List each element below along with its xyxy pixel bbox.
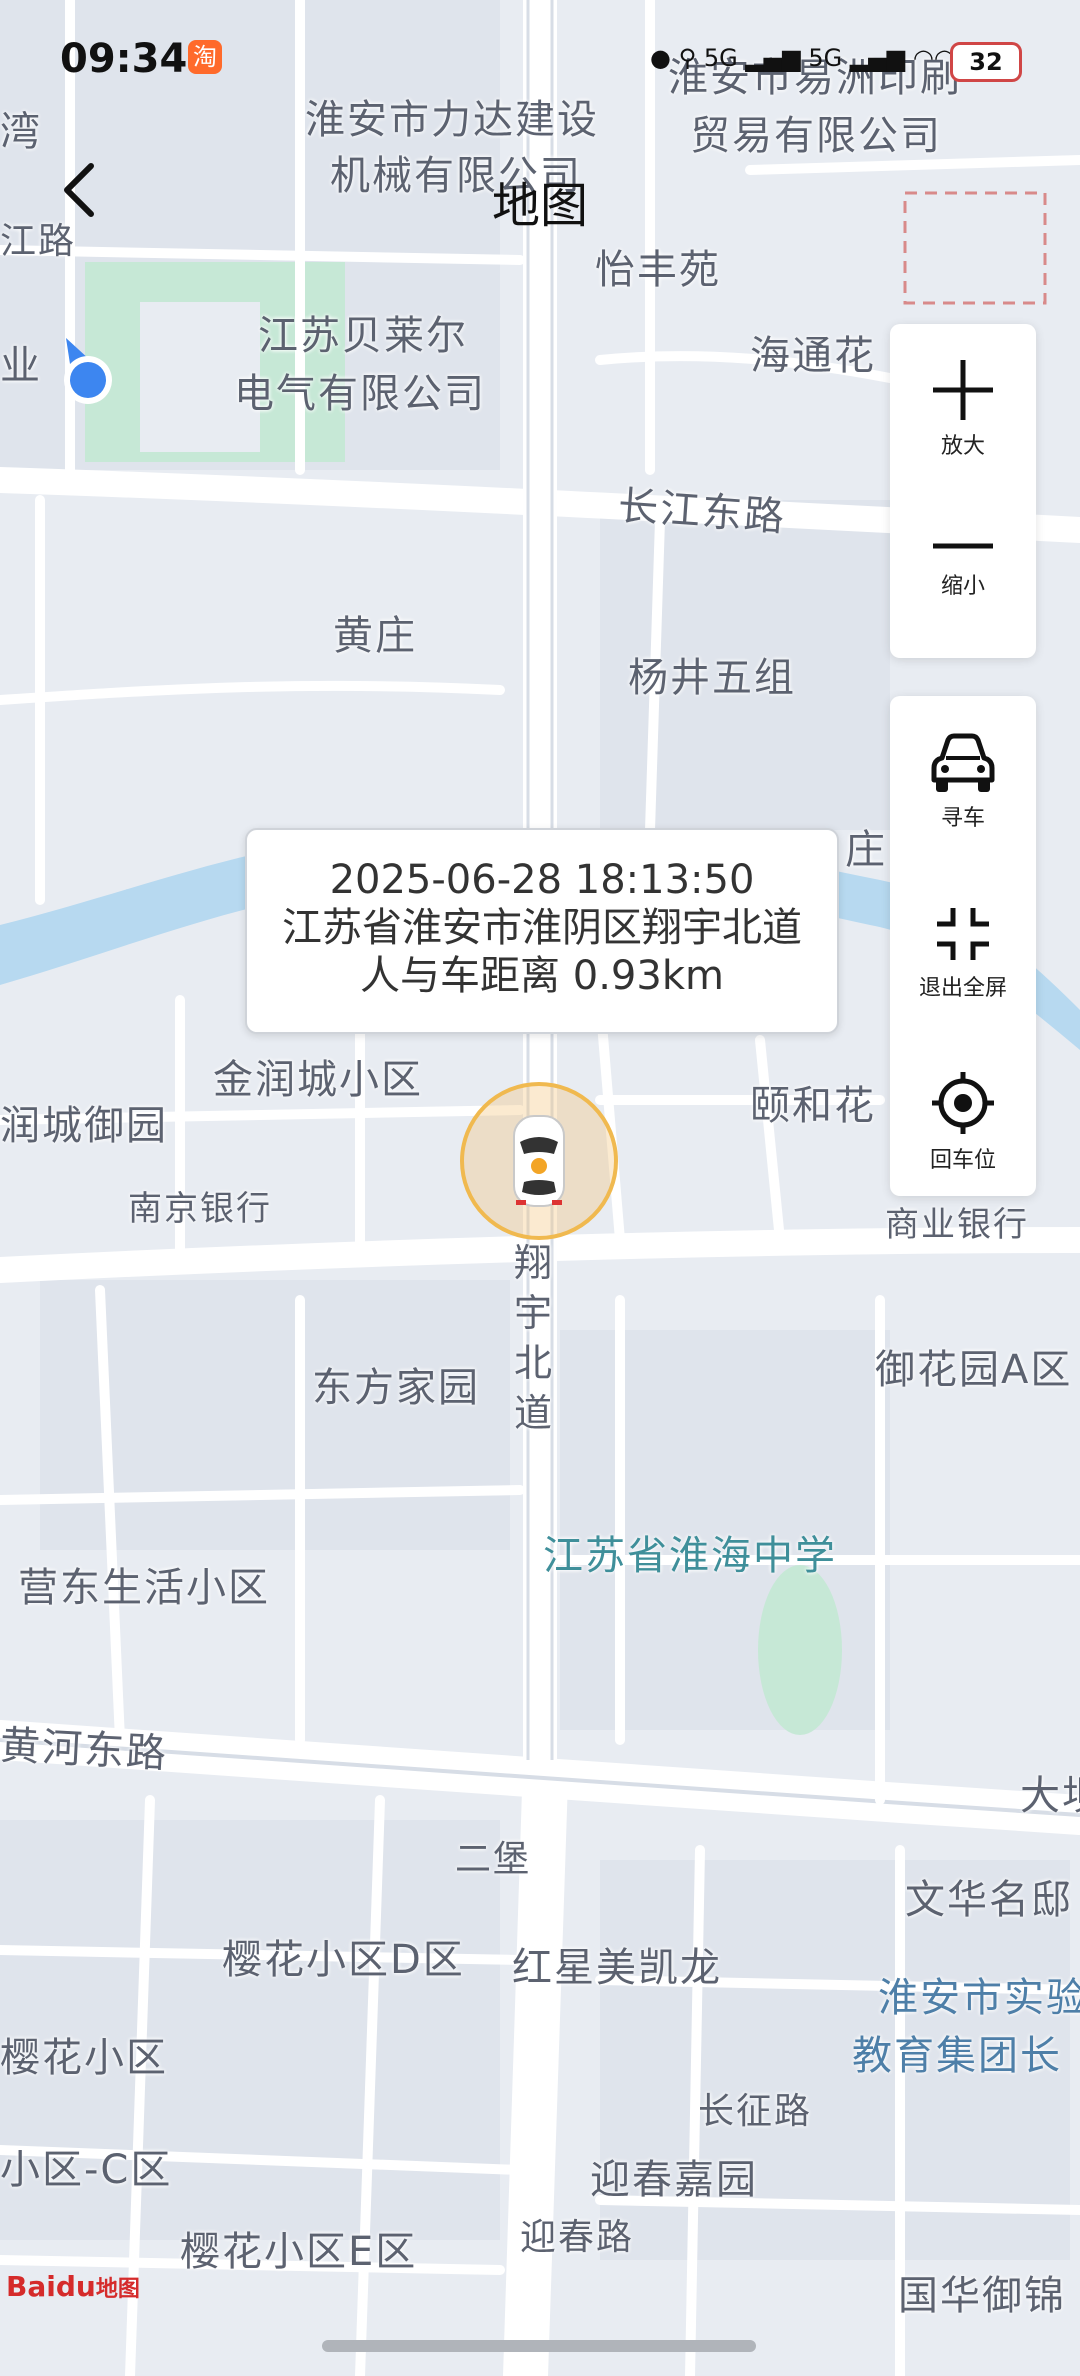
map-label: 电气有限公司 — [234, 371, 486, 417]
find-car-label: 寻车 — [940, 806, 985, 831]
map-label: 庄 — [845, 827, 887, 873]
status-time: 09:34 — [60, 36, 188, 82]
map-label: 教育集团长 — [852, 2033, 1062, 2079]
baidu-logo-text: Baidu — [6, 2270, 96, 2303]
map-label: 樱花小区E区 — [180, 2229, 418, 2275]
status-icons: ● ⚲ 5G ▂▄▆ 5G ▂▄▆ ◠◠ — [650, 44, 955, 72]
road-label: 长征路 — [698, 2091, 813, 2132]
road-label: 北 — [514, 1341, 555, 1385]
map-label: 金润城小区 — [213, 1057, 423, 1103]
map-label: 湾 — [0, 109, 42, 155]
map-label: 迎春嘉园 — [590, 2157, 758, 2203]
location-icon: ⚲ — [678, 44, 697, 72]
map-label: 商业银行 — [885, 1205, 1029, 1245]
map-label: 二堡 — [455, 1839, 532, 1880]
map-label: 江苏省淮海中学 — [543, 1533, 837, 1579]
map-label: 大坝 — [1020, 1773, 1080, 1819]
map-label: 怡丰苑 — [595, 247, 721, 293]
status-bar: 09:34 淘 ● ⚲ 5G ▂▄▆ 5G ▂▄▆ ◠◠ 32 — [0, 0, 1080, 110]
sports-field — [758, 1565, 842, 1735]
zoom-panel: 放大 缩小 — [890, 324, 1036, 658]
signal-icon: ▂▄▆ — [849, 44, 906, 72]
wifi-icon: ◠◠ — [912, 44, 955, 72]
map-label: 樱花小区D区 — [222, 1937, 465, 1983]
map-label: 东方家园 — [312, 1365, 480, 1411]
zoom-out-label: 缩小 — [940, 574, 985, 599]
map-label: 樱花小区 — [0, 2035, 168, 2081]
map-label: 黄庄 — [333, 613, 417, 659]
zoom-in-button[interactable]: 放大 — [890, 358, 1036, 460]
road-label: 道 — [514, 1391, 555, 1435]
map-label: 颐和花 — [750, 1083, 876, 1129]
road-label: 翔 — [514, 1241, 555, 1285]
taobao-icon: 淘 — [188, 40, 222, 74]
map-label: 润城御园 — [0, 1103, 168, 1149]
baidu-logo: Baidu地图 — [6, 2270, 140, 2303]
map-label: 国华御锦 — [898, 2273, 1066, 2319]
road-label: 黄河东路 — [0, 1722, 170, 1778]
locate-car-label: 回车位 — [929, 1148, 996, 1173]
find-car-button[interactable]: 寻车 — [890, 732, 1036, 832]
exit-fullscreen-label: 退出全屏 — [918, 976, 1007, 1001]
map-label: 海通花 — [750, 333, 876, 379]
map-label: 业 — [0, 343, 42, 389]
plus-icon — [933, 360, 993, 420]
alarm-icon: ● — [650, 44, 671, 72]
map-label: 杨井五组 — [628, 655, 796, 701]
crosshair-icon — [932, 1072, 994, 1134]
map-label: 营东生活小区 — [18, 1565, 270, 1611]
car-top-icon — [513, 1115, 565, 1207]
home-indicator[interactable] — [322, 2340, 756, 2352]
map-label: 淮安市实验 — [878, 1975, 1080, 2021]
network-label: 5G — [808, 44, 843, 72]
user-location-icon — [64, 338, 112, 404]
zoom-in-label: 放大 — [940, 434, 985, 459]
map-label: 贸易有限公司 — [690, 113, 942, 159]
exit-fullscreen-icon — [937, 908, 989, 960]
popup-datetime: 2025-06-28 18:13:50 — [329, 857, 755, 903]
road-label: 迎春路 — [520, 2217, 635, 2258]
signal-icon: ▂▄▆ — [745, 44, 801, 72]
map-label: 文华名邸 — [905, 1877, 1073, 1923]
page-title: 地图 — [491, 178, 588, 234]
car-marker[interactable] — [460, 1082, 618, 1240]
baidu-map-text: 地图 — [95, 2277, 140, 2302]
map-label: 小区-C区 — [0, 2147, 173, 2193]
road-label: 宇 — [514, 1291, 555, 1335]
locate-car-button[interactable]: 回车位 — [890, 1070, 1036, 1174]
battery-indicator: 32 — [950, 42, 1022, 82]
exit-fullscreen-button[interactable]: 退出全屏 — [890, 904, 1036, 1002]
popup-distance: 人与车距离 0.93km — [360, 953, 724, 999]
map-label: 江苏贝莱尔 — [258, 313, 468, 359]
road-label: 长江东路 — [616, 483, 788, 541]
map-label: 御花园A区 — [875, 1347, 1073, 1393]
action-panel: 寻车 退出全屏 回车位 — [890, 696, 1036, 1196]
map-label: 红星美凯龙 — [512, 1945, 722, 1991]
map-label: 南京银行 — [128, 1189, 272, 1229]
minus-icon — [933, 543, 993, 549]
car-info-popup: 2025-06-28 18:13:50 江苏省淮安市淮阴区翔宇北道 人与车距离 … — [245, 828, 839, 1034]
popup-address: 江苏省淮安市淮阴区翔宇北道 — [282, 905, 802, 951]
car-icon — [931, 733, 995, 792]
zoom-out-button[interactable]: 缩小 — [890, 530, 1036, 600]
network-label: 5G — [703, 44, 738, 72]
